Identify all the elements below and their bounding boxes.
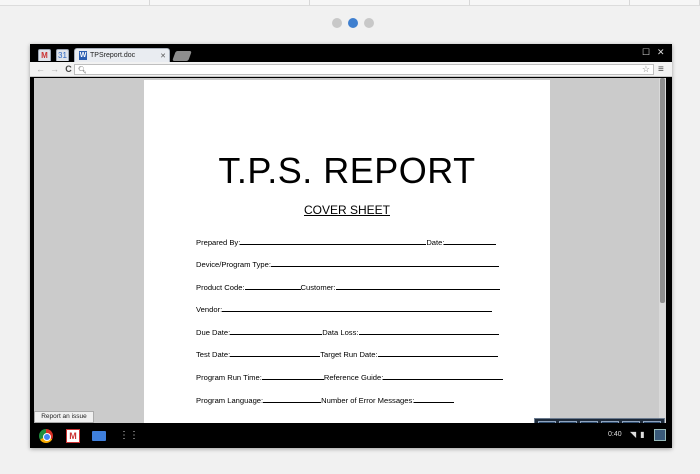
maximize-icon[interactable]: ☐	[642, 47, 650, 58]
form-field-label: Number of Error Messages:	[321, 396, 415, 405]
document-heading: T.P.S. REPORT	[218, 150, 476, 191]
form-field-blank[interactable]	[358, 328, 499, 335]
form-field-label: Vendor:	[196, 305, 223, 314]
top-strip-segment	[150, 0, 310, 6]
form-field-label: Due Date:	[196, 328, 231, 337]
form-field-label: Program Run Time:	[196, 373, 262, 382]
new-tab-button[interactable]	[172, 51, 192, 61]
form-field-label: Date:	[426, 238, 445, 247]
form-field-row: Prepared By: Date:	[196, 238, 497, 247]
top-strip-segment	[470, 0, 630, 6]
form-field-blank[interactable]	[244, 283, 301, 290]
form-field-blank[interactable]	[263, 396, 322, 403]
carousel-dot[interactable]	[348, 18, 358, 28]
form-field-blank[interactable]	[444, 238, 497, 245]
form-field-label: Target Run Date:	[320, 350, 378, 359]
app-launcher-icon[interactable]: ⋮⋮	[119, 429, 139, 443]
tab-active[interactable]: W TPSreport.doc ✕	[74, 48, 170, 62]
form-field-label: Product Code:	[196, 283, 245, 292]
carousel-dot[interactable]	[332, 18, 342, 28]
form-field-blank[interactable]	[335, 283, 500, 290]
top-strip	[0, 0, 700, 6]
chrome-icon[interactable]	[39, 429, 53, 443]
status-area[interactable]: ◥ ▮	[630, 430, 645, 439]
tab-title: TPSreport.doc	[90, 52, 136, 59]
shelf: M ⋮⋮ 0:40 ◥ ▮	[30, 423, 672, 448]
close-tab-icon[interactable]: ✕	[160, 52, 169, 60]
form-field-label: Customer:	[300, 283, 336, 292]
scrollbar-thumb[interactable]	[660, 78, 665, 303]
form-field-blank[interactable]	[240, 238, 427, 245]
gmail-icon[interactable]: M	[66, 429, 80, 443]
form-field-row: Test Date: Target Run Date:	[196, 350, 498, 359]
forward-icon[interactable]: →	[50, 64, 59, 74]
pinned-tab-gmail[interactable]: M	[38, 49, 51, 61]
files-icon[interactable]	[92, 431, 106, 441]
back-icon[interactable]: ←	[36, 64, 45, 74]
form-field-label: Reference Guide:	[323, 373, 384, 382]
browser-toolbar: ← → C 🔍︎ ☆ ≡	[30, 62, 672, 77]
tab-bar: M 31 W TPSreport.doc ✕ ☐ ✕	[30, 44, 672, 62]
carousel-pager	[332, 18, 374, 28]
form-field-label: Device/Program Type:	[196, 260, 271, 269]
clock[interactable]: 0:40	[608, 431, 622, 438]
screenshot-frame: M 31 W TPSreport.doc ✕ ☐ ✕ ← → C 🔍︎ ☆ ≡ …	[30, 44, 672, 448]
form-field-blank[interactable]	[222, 305, 493, 312]
calendar-icon: 31	[58, 51, 67, 60]
form-field-row: Device/Program Type:	[196, 260, 499, 269]
close-window-icon[interactable]: ✕	[657, 47, 665, 58]
form-field-blank[interactable]	[377, 350, 498, 357]
form-field-blank[interactable]	[270, 260, 499, 267]
document-subheading: COVER SHEET	[144, 203, 550, 217]
top-strip-segment	[0, 0, 150, 6]
search-icon: 🔍︎	[78, 66, 87, 74]
top-strip-segment	[630, 0, 700, 6]
report-issue-button[interactable]: Report an issue	[34, 411, 94, 423]
pinned-tab-calendar[interactable]: 31	[56, 49, 69, 61]
form-field-row: Program Run Time: Reference Guide:	[196, 373, 504, 382]
form-field-row: Product Code: Customer:	[196, 283, 500, 292]
form-field-label: Test Date:	[196, 350, 231, 359]
document-viewer[interactable]: T.P.S. REPORT COVER SHEET Prepared By: Da…	[34, 78, 666, 423]
word-doc-icon: W	[79, 51, 87, 60]
reload-icon[interactable]: C	[64, 64, 73, 74]
carousel-dot[interactable]	[364, 18, 374, 28]
form-field-blank[interactable]	[383, 373, 504, 380]
form-field-label: Data Loss:	[322, 328, 359, 337]
wifi-icon: ◥	[630, 430, 637, 439]
form-field-label: Prepared By:	[196, 238, 241, 247]
form-field-blank[interactable]	[261, 373, 324, 380]
form-field-label: Program Language:	[196, 396, 264, 405]
form-field-blank[interactable]	[230, 328, 323, 335]
star-icon[interactable]: ☆	[642, 64, 650, 75]
form-field-row: Due Date: Data Loss:	[196, 328, 499, 337]
address-bar[interactable]: 🔍︎ ☆	[74, 64, 654, 75]
cover-sheet-label: COVER SHEET	[303, 203, 390, 217]
gmail-icon: M	[41, 51, 48, 60]
form-field-blank[interactable]	[414, 396, 455, 403]
document-page: T.P.S. REPORT COVER SHEET Prepared By: Da…	[144, 80, 550, 423]
form-field-row: Vendor:	[196, 305, 493, 314]
menu-icon[interactable]: ≡	[658, 64, 664, 75]
form-field-row: Program Language: Number of Error Message…	[196, 396, 455, 405]
battery-icon: ▮	[640, 430, 645, 439]
vertical-scrollbar[interactable]	[659, 78, 666, 423]
top-strip-segment	[310, 0, 470, 6]
avatar[interactable]	[654, 429, 666, 441]
form-field-blank[interactable]	[230, 350, 321, 357]
